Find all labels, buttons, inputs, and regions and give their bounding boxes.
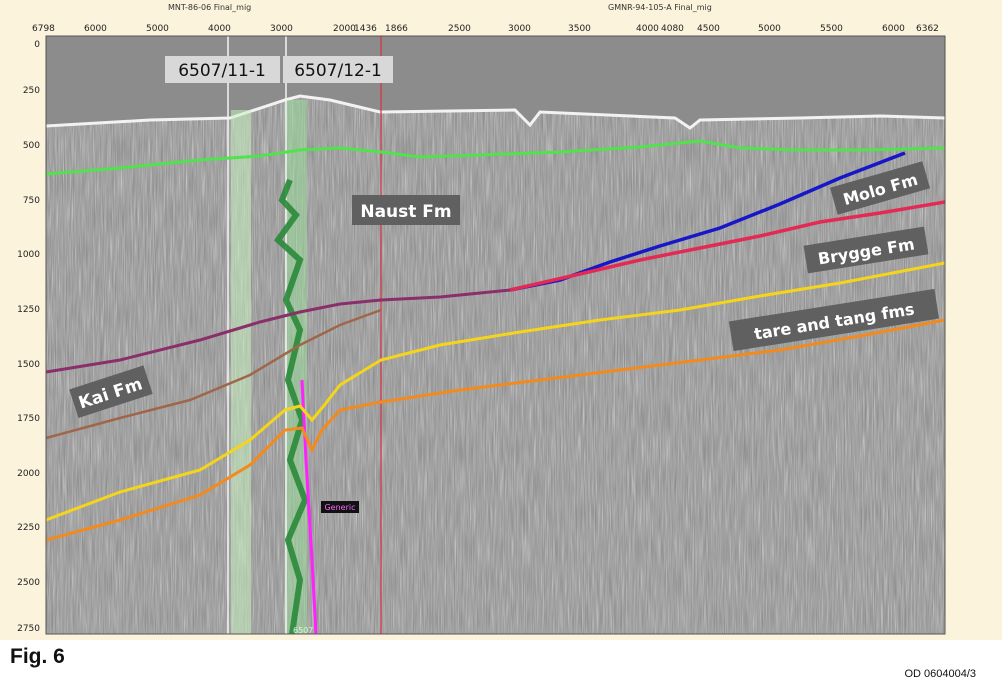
- top-tick: 6798: [32, 24, 55, 34]
- top-tick: 4080: [661, 24, 684, 34]
- figure-frame: MNT-86-06 Final_mig GMNR-94-105-A Final_…: [0, 0, 1002, 640]
- y-tick: 0: [34, 40, 40, 50]
- top-axis: 6798 6000 5000 4000 3000 2000 1436 1866 …: [32, 24, 939, 34]
- well-bottom-tag: 6507: [293, 626, 313, 635]
- top-tick: 5500: [820, 24, 843, 34]
- reference-code: OD 0604004/3: [904, 668, 976, 680]
- top-tick: 4500: [697, 24, 720, 34]
- top-tick: 2500: [448, 24, 471, 34]
- well-label-text: 6507/11-1: [178, 61, 266, 81]
- y-tick: 1000: [17, 250, 40, 260]
- y-axis: 0 250 500 750 1000 1250 1500 1750 2000 2…: [17, 40, 40, 634]
- well-label-text: 6507/12-1: [294, 61, 382, 81]
- top-tick: 6362: [916, 24, 939, 34]
- well-track-11-1: [231, 110, 251, 634]
- well-label-11-1: 6507/11-1: [165, 56, 280, 83]
- line-title-right: GMNR-94-105-A Final_mig: [608, 3, 712, 12]
- y-tick: 750: [23, 196, 40, 206]
- top-tick: 1436: [354, 24, 377, 34]
- y-tick: 2250: [17, 523, 40, 533]
- generic-tag-text: Generic: [324, 503, 355, 512]
- top-tick: 6000: [882, 24, 905, 34]
- top-tick: 3000: [508, 24, 531, 34]
- y-tick: 1250: [17, 305, 40, 315]
- top-tick: 6000: [84, 24, 107, 34]
- generic-tag: Generic: [321, 501, 359, 513]
- top-tick: 4000: [636, 24, 659, 34]
- y-tick: 250: [23, 86, 40, 96]
- well-label-12-1: 6507/12-1: [283, 56, 393, 83]
- line-title-left: MNT-86-06 Final_mig: [168, 3, 251, 12]
- top-tick: 2000: [333, 24, 356, 34]
- top-tick: 3000: [270, 24, 293, 34]
- y-tick: 1500: [17, 360, 40, 370]
- seismic-section: MNT-86-06 Final_mig GMNR-94-105-A Final_…: [17, 3, 946, 635]
- top-tick: 3500: [568, 24, 591, 34]
- y-tick: 2000: [17, 469, 40, 479]
- top-tick: 5000: [146, 24, 169, 34]
- y-tick: 2500: [17, 578, 40, 588]
- y-tick: 1750: [17, 414, 40, 424]
- figure-label: Fig. 6: [10, 645, 65, 668]
- top-tick: 5000: [758, 24, 781, 34]
- formation-text: Naust Fm: [360, 202, 451, 222]
- top-tick: 4000: [208, 24, 231, 34]
- top-tick: 1866: [385, 24, 408, 34]
- y-tick: 500: [23, 141, 40, 151]
- formation-label-naust: Naust Fm: [352, 195, 460, 225]
- y-tick: 2750: [17, 624, 40, 634]
